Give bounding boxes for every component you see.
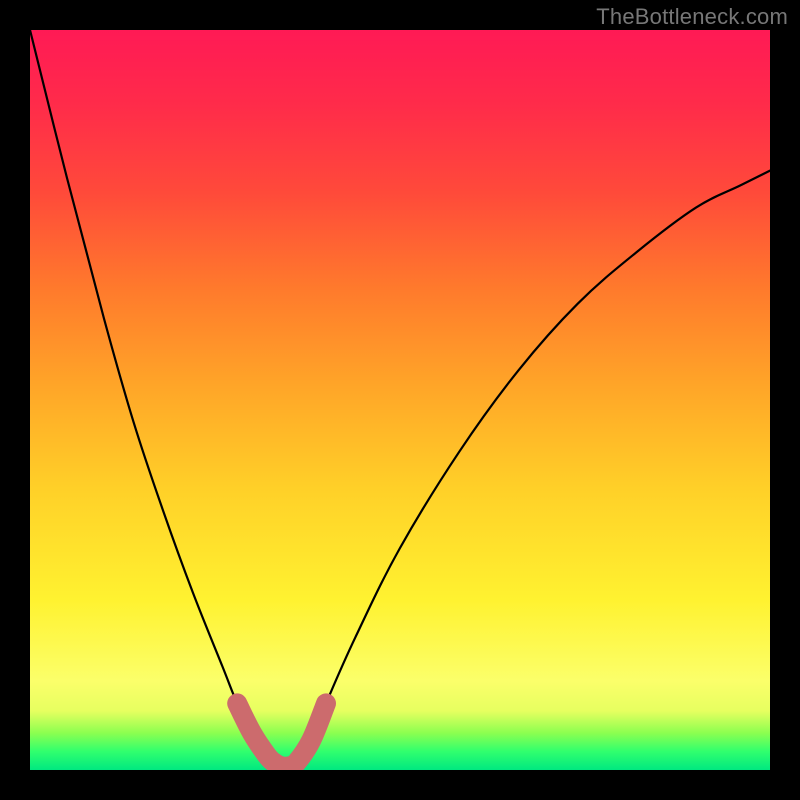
optimal-range-marker bbox=[237, 703, 326, 766]
chart-frame: TheBottleneck.com bbox=[0, 0, 800, 800]
bottleneck-curve bbox=[30, 30, 770, 767]
chart-svg bbox=[30, 30, 770, 770]
watermark-text: TheBottleneck.com bbox=[596, 4, 788, 30]
plot-area bbox=[30, 30, 770, 770]
